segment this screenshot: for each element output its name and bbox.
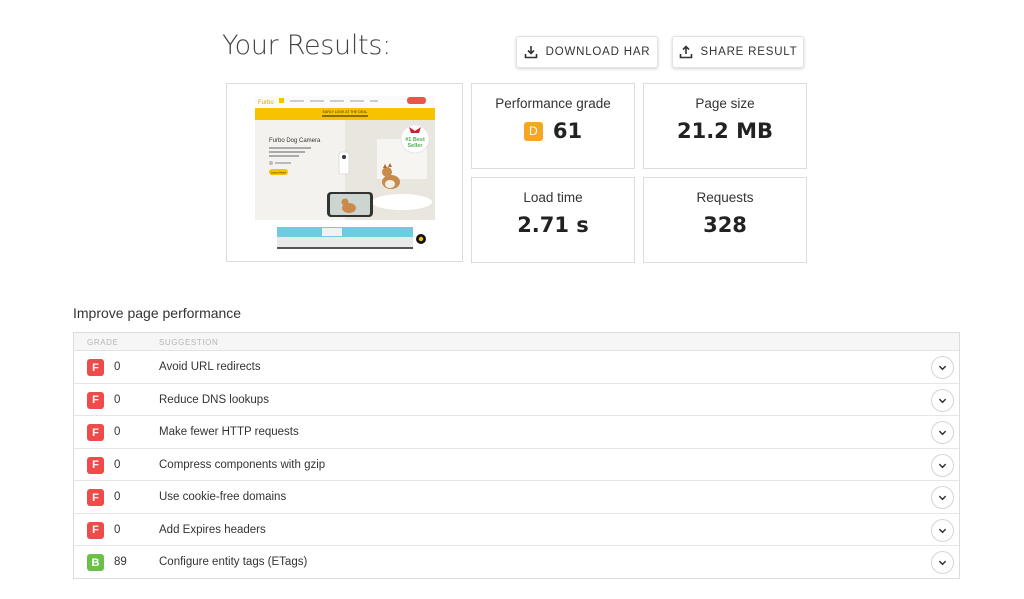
load-time-value: 2.71 s — [517, 213, 589, 237]
grade-score: 0 — [114, 393, 121, 406]
expand-row-button[interactable] — [931, 356, 954, 379]
grade-badge: F — [87, 456, 104, 474]
thumb-banner: EARLY LOOK AT THE DEAL — [323, 110, 368, 114]
thumb-headline: Furbo Dog Camera — [269, 138, 321, 144]
requests-value: 328 — [703, 213, 747, 237]
download-har-label: DOWNLOAD HAR — [545, 46, 651, 58]
grade-badge: F — [87, 424, 104, 441]
expand-row-button[interactable] — [931, 421, 954, 444]
page-size-value: 21.2 MB — [676, 119, 774, 143]
download-har-button[interactable]: DOWNLOAD HAR — [516, 36, 658, 68]
table-row[interactable]: F 0 Make fewer HTTP requests — [74, 416, 959, 449]
screenshot-image: Furbo EARLY LOOK AT THE DEAL Furbo Dog C… — [227, 84, 462, 261]
requests-label: Requests — [696, 190, 754, 205]
share-icon — [679, 45, 692, 59]
performance-grade-value: 61 — [552, 119, 583, 143]
improve-section-title: Improve page performance — [73, 305, 242, 321]
grade-badge: F — [87, 489, 104, 506]
grade-badge: F — [87, 391, 104, 409]
grade-score: 0 — [114, 361, 121, 373]
suggestion-text: Configure entity tags (ETags) — [159, 556, 308, 568]
table-row[interactable]: F 0 Reduce DNS lookups — [74, 384, 959, 416]
table-row[interactable]: F 0 Add Expires headers — [74, 514, 959, 546]
chevron-down-icon — [938, 528, 947, 533]
page-title: Your Results: — [222, 30, 391, 61]
grade-score: 0 — [114, 491, 121, 503]
table-header: GRADE SUGGESTION — [74, 333, 959, 351]
performance-grade-card: Performance grade D 61 — [471, 83, 635, 169]
grade-badge: F — [87, 359, 104, 376]
suggestion-text: Use cookie-free domains — [159, 491, 287, 503]
table-row[interactable]: F 0 Avoid URL redirects — [74, 351, 959, 384]
suggestions-table: GRADE SUGGESTION F 0 Avoid URL redirects F 0… — [73, 332, 960, 579]
suggestion-text: Compress components with gzip — [159, 458, 326, 471]
expand-row-button[interactable] — [931, 388, 954, 412]
grade-score: 0 — [114, 523, 121, 536]
performance-grade-badge: D — [523, 121, 543, 141]
load-time-card: Load time 2.71 s — [471, 177, 635, 263]
page-screenshot-thumbnail: Furbo EARLY LOOK AT THE DEAL Furbo Dog C… — [226, 83, 463, 262]
grade-badge: F — [87, 521, 104, 539]
expand-row-button[interactable] — [931, 551, 954, 574]
load-time-label: Load time — [523, 190, 583, 205]
expand-row-button[interactable] — [931, 486, 954, 509]
suggestion-text: Reduce DNS lookups — [159, 393, 269, 406]
share-result-button[interactable]: SHARE RESULT — [672, 36, 804, 68]
chevron-down-icon — [938, 365, 947, 371]
grade-score: 89 — [114, 556, 127, 568]
share-result-label: SHARE RESULT — [700, 46, 798, 58]
table-row[interactable]: F 0 Use cookie-free domains — [74, 481, 959, 514]
chevron-down-icon — [938, 398, 947, 403]
thumb-cta: Learn More — [271, 171, 287, 175]
thumb-badge-line2: Seller — [408, 143, 424, 149]
grade-score: 0 — [114, 426, 121, 438]
grade-badge: B — [87, 554, 104, 571]
grade-column-header: GRADE — [87, 338, 119, 347]
page-size-label: Page size — [695, 96, 755, 111]
thumb-logo: Furbo — [258, 100, 274, 106]
suggestion-text: Add Expires headers — [159, 523, 266, 536]
performance-grade-label: Performance grade — [495, 96, 611, 111]
suggestion-text: Avoid URL redirects — [159, 361, 261, 373]
chevron-down-icon — [938, 495, 947, 501]
table-row[interactable]: F 0 Compress components with gzip — [74, 449, 959, 481]
requests-card: Requests 328 — [643, 177, 807, 263]
table-row[interactable]: B 89 Configure entity tags (ETags) — [74, 546, 959, 579]
download-icon — [524, 46, 537, 59]
suggestion-text: Make fewer HTTP requests — [159, 426, 299, 438]
expand-row-button[interactable] — [931, 518, 954, 542]
chevron-down-icon — [938, 560, 947, 566]
chevron-down-icon — [938, 463, 947, 468]
grade-score: 0 — [114, 458, 121, 471]
suggestion-column-header: SUGGESTION — [159, 338, 219, 347]
page-size-card: Page size 21.2 MB — [643, 83, 807, 169]
chevron-down-icon — [938, 430, 947, 436]
expand-row-button[interactable] — [931, 453, 954, 477]
